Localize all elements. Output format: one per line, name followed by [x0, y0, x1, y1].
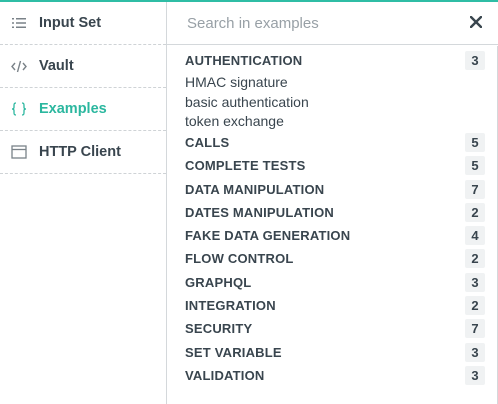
category-label: INTEGRATION — [185, 298, 276, 314]
count-badge: 5 — [465, 132, 485, 152]
count-badge: 3 — [465, 342, 485, 362]
category-dates-manipulation[interactable]: DATES MANIPULATION 2 — [167, 201, 497, 224]
count-badge: 7 — [465, 179, 485, 199]
category-validation[interactable]: VALIDATION 3 — [167, 364, 497, 387]
sidebar-item-label: Examples — [39, 101, 107, 117]
code-icon — [10, 57, 28, 75]
braces-icon — [10, 100, 28, 118]
category-data-manipulation[interactable]: DATA MANIPULATION 7 — [167, 177, 497, 200]
category-fake-data-generation[interactable]: FAKE DATA GENERATION 4 — [167, 224, 497, 247]
count-badge: 7 — [465, 319, 485, 339]
category-label: DATES MANIPULATION — [185, 204, 334, 220]
category-label: FAKE DATA GENERATION — [185, 228, 351, 244]
sidebar-item-label: HTTP Client — [39, 144, 121, 160]
category-set-variable[interactable]: SET VARIABLE 3 — [167, 340, 497, 363]
category-label: DATA MANIPULATION — [185, 181, 325, 197]
category-label: VALIDATION — [185, 367, 265, 383]
sidebar-item-input-set[interactable]: Input Set — [0, 2, 166, 45]
category-complete-tests[interactable]: COMPLETE TESTS 5 — [167, 154, 497, 177]
category-label: COMPLETE TESTS — [185, 158, 306, 174]
count-badge: 3 — [465, 365, 485, 385]
examples-list: AUTHENTICATION 3 HMAC signature basic au… — [167, 46, 498, 404]
sidebar-item-http-client[interactable]: HTTP Client — [0, 131, 166, 174]
list-icon — [10, 14, 28, 32]
category-label: FLOW CONTROL — [185, 251, 294, 267]
category-label: CALLS — [185, 134, 230, 150]
category-label: SECURITY — [185, 321, 253, 337]
count-badge: 3 — [465, 51, 485, 71]
sidebar-item-label: Input Set — [39, 15, 102, 31]
count-badge: 2 — [465, 296, 485, 316]
search-input[interactable] — [185, 13, 449, 33]
category-security[interactable]: SECURITY 7 — [167, 317, 497, 340]
count-badge: 5 — [465, 156, 485, 176]
examples-panel: AUTHENTICATION 3 HMAC signature basic au… — [167, 2, 498, 404]
category-integration[interactable]: INTEGRATION 2 — [167, 294, 497, 317]
sidebar-item-label: Vault — [39, 58, 74, 74]
count-badge: 2 — [465, 249, 485, 269]
category-label: GRAPHQL — [185, 274, 252, 290]
category-authentication[interactable]: AUTHENTICATION 3 — [167, 49, 497, 72]
count-badge: 2 — [465, 202, 485, 222]
browser-window-icon — [10, 143, 28, 161]
category-label: SET VARIABLE — [185, 344, 282, 360]
search-bar — [167, 2, 498, 45]
sidebar: Input Set Vault Examples HTTP Client — [0, 2, 167, 404]
category-flow-control[interactable]: FLOW CONTROL 2 — [167, 247, 497, 270]
count-badge: 4 — [465, 226, 485, 246]
close-icon[interactable] — [468, 14, 484, 30]
sidebar-item-examples[interactable]: Examples — [0, 88, 166, 131]
sidebar-item-vault[interactable]: Vault — [0, 45, 166, 88]
count-badge: 3 — [465, 272, 485, 292]
example-item-hmac-signature[interactable]: HMAC signature — [167, 72, 497, 92]
example-item-token-exchange[interactable]: token exchange — [167, 111, 497, 131]
category-label: AUTHENTICATION — [185, 53, 303, 69]
example-item-basic-authentication[interactable]: basic authentication — [167, 92, 497, 112]
category-calls[interactable]: CALLS 5 — [167, 131, 497, 154]
category-graphql[interactable]: GRAPHQL 3 — [167, 271, 497, 294]
